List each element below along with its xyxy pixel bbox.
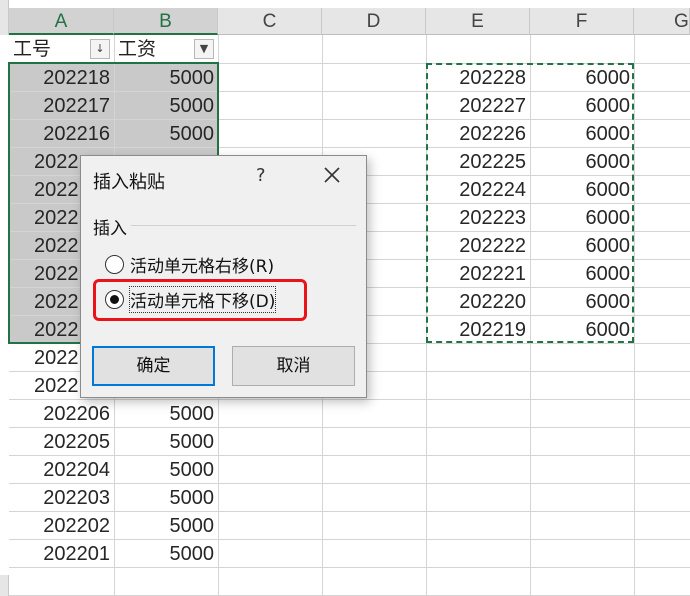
cell-employee-id[interactable]: 202201	[9, 540, 114, 568]
column-header-e[interactable]: E	[426, 8, 530, 35]
cell-salary[interactable]: 5000	[114, 540, 218, 568]
filter-dropdown-icon[interactable]: ▼	[194, 39, 214, 59]
radio-label-shift-right: 活动单元格右移(R)	[130, 256, 275, 277]
radio-button-shift-right[interactable]	[105, 254, 124, 274]
column-header-g[interactable]: G	[634, 8, 690, 35]
column-header-b[interactable]: B	[114, 8, 218, 35]
cell-employee-id[interactable]: 202205	[9, 428, 114, 456]
dialog-title: 插入粘贴	[93, 172, 165, 193]
cell-employee-id[interactable]: 202206	[9, 400, 114, 428]
cell-salary[interactable]: 5000	[114, 400, 218, 428]
close-icon[interactable]	[321, 164, 343, 186]
cell-salary[interactable]: 5000	[114, 456, 218, 484]
insert-paste-dialog: 插入粘贴 ? 插入 活动单元格右移(R) 活动单元格下移(D) 确定 取消	[80, 155, 367, 398]
cell-salary[interactable]: 5000	[114, 484, 218, 512]
cell-salary[interactable]: 5000	[114, 512, 218, 540]
cell-employee-id[interactable]: 202203	[9, 484, 114, 512]
annotation-highlight	[93, 279, 307, 321]
help-button[interactable]: ?	[256, 165, 266, 186]
sort-filter-icon[interactable]: ↓	[90, 39, 110, 59]
cell-salary[interactable]: 5000	[114, 428, 218, 456]
cell-employee-id[interactable]: 202204	[9, 456, 114, 484]
cell-employee-id[interactable]: 202202	[9, 512, 114, 540]
copy-marquee	[426, 63, 634, 343]
ok-button[interactable]: 确定	[92, 346, 215, 386]
group-divider	[131, 225, 356, 226]
column-header-f[interactable]: F	[530, 8, 634, 35]
column-header-a[interactable]: A	[9, 8, 114, 35]
cancel-button[interactable]: 取消	[232, 346, 355, 386]
radio-shift-right[interactable]: 活动单元格右移(R)	[105, 251, 274, 277]
row-header-stub-top	[0, 0, 9, 35]
column-header-d[interactable]: D	[322, 8, 426, 35]
insert-group-label: 插入	[93, 219, 127, 239]
row-header-stub-bottom	[0, 575, 9, 596]
column-header-c[interactable]: C	[218, 8, 322, 35]
